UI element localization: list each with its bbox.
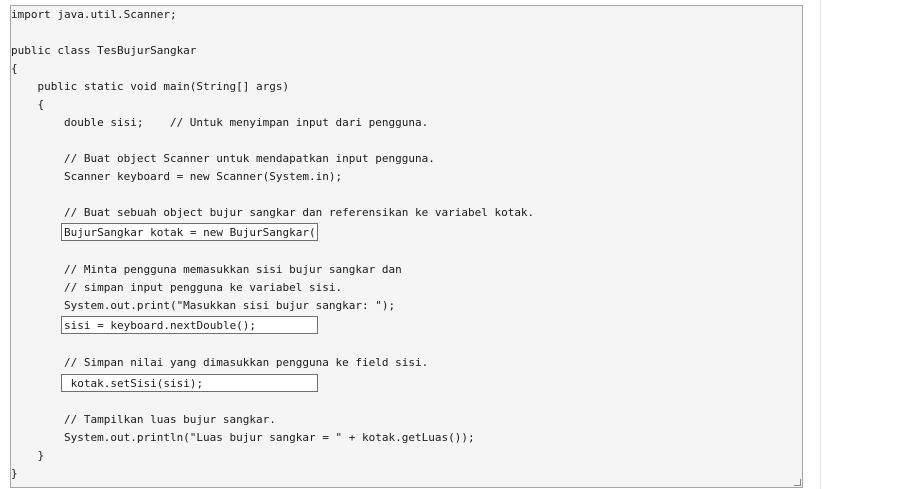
answer-input-2[interactable] — [61, 316, 318, 334]
code-line: System.out.print("Masukkan sisi bujur sa… — [11, 299, 396, 312]
code-line: } — [11, 449, 45, 462]
answer-input-3[interactable] — [61, 374, 318, 392]
code-line: public class TesBujurSangkar — [11, 44, 197, 57]
code-line: { — [11, 62, 18, 75]
code-line: } — [11, 467, 18, 480]
answer-input-1[interactable] — [61, 223, 318, 241]
code-line: { — [11, 98, 45, 111]
code-line: // simpan input pengguna ke variabel sis… — [11, 281, 343, 294]
code-line: Scanner keyboard = new Scanner(System.in… — [11, 170, 343, 183]
code-line: // Simpan nilai yang dimasukkan pengguna… — [11, 356, 429, 369]
code-line: import java.util.Scanner; — [11, 8, 177, 21]
code-line: // Minta pengguna memasukkan sisi bujur … — [11, 263, 402, 276]
page-divider — [820, 0, 821, 489]
code-editor: import java.util.Scanner; public class T… — [10, 5, 803, 488]
resize-grip-icon[interactable] — [794, 479, 801, 486]
code-line: // Buat sebuah object bujur sangkar dan … — [11, 206, 535, 219]
code-line: double sisi; // Untuk menyimpan input da… — [11, 116, 429, 129]
code-line: // Buat object Scanner untuk mendapatkan… — [11, 152, 435, 165]
code-line: // Tampilkan luas bujur sangkar. — [11, 413, 276, 426]
code-line: public static void main(String[] args) — [11, 80, 290, 93]
code-line: System.out.println("Luas bujur sangkar =… — [11, 431, 475, 444]
